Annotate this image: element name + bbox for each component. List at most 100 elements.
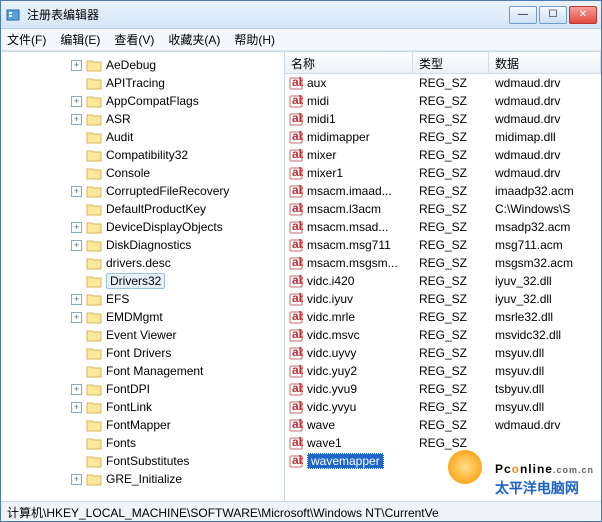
- menu-help[interactable]: 帮助(H): [234, 31, 275, 48]
- col-data[interactable]: 数据: [489, 52, 601, 73]
- tree-node[interactable]: + DeviceDisplayObjects: [1, 218, 284, 236]
- folder-icon: [86, 383, 102, 396]
- value-row[interactable]: abvidc.uyvyREG_SZmsyuv.dll: [285, 344, 601, 362]
- value-data: midimap.dll: [489, 130, 601, 144]
- expand-icon[interactable]: +: [71, 186, 82, 197]
- tree-node[interactable]: FontMapper: [1, 416, 284, 434]
- tree-node[interactable]: Font Management: [1, 362, 284, 380]
- tree-node-label: EMDMgmt: [106, 310, 163, 324]
- titlebar[interactable]: 注册表编辑器 — ☐ ✕: [1, 1, 601, 29]
- key-tree[interactable]: +AeDebug APITracing + AppCompatFlags +ASRAud…: [1, 52, 285, 501]
- expand-icon[interactable]: +: [71, 384, 82, 395]
- tree-node-label: CorruptedFileRecovery: [106, 184, 229, 198]
- value-data: wdmaud.drv: [489, 76, 601, 90]
- expand-icon[interactable]: +: [71, 294, 82, 305]
- tree-node[interactable]: + DiskDiagnostics: [1, 236, 284, 254]
- menu-file[interactable]: 文件(F): [7, 31, 46, 48]
- tree-node[interactable]: +GRE_Initialize: [1, 470, 284, 488]
- svg-text:ab: ab: [292, 220, 303, 233]
- value-data: wdmaud.drv: [489, 112, 601, 126]
- tree-node-label: Font Drivers: [106, 346, 171, 360]
- tree-node[interactable]: Fonts: [1, 434, 284, 452]
- value-row[interactable]: abvidc.yuy2REG_SZmsyuv.dll: [285, 362, 601, 380]
- watermark-sun-icon: [448, 450, 482, 484]
- value-list[interactable]: abauxREG_SZwdmaud.drvabmidiREG_SZwdmaud.…: [285, 74, 601, 501]
- tree-node[interactable]: +FontLink: [1, 398, 284, 416]
- tree-node[interactable]: +FontDPI: [1, 380, 284, 398]
- value-name: aux: [307, 76, 326, 90]
- expand-icon[interactable]: +: [71, 96, 82, 107]
- tree-node[interactable]: APITracing: [1, 74, 284, 92]
- tree-node[interactable]: drivers.desc: [1, 254, 284, 272]
- expand-icon[interactable]: +: [71, 240, 82, 251]
- value-row[interactable]: abmidi1REG_SZwdmaud.drv: [285, 110, 601, 128]
- minimize-button[interactable]: —: [509, 6, 537, 24]
- value-name: wavemapper: [307, 453, 384, 469]
- tree-node[interactable]: DefaultProductKey: [1, 200, 284, 218]
- expand-icon[interactable]: +: [71, 222, 82, 233]
- menu-favorites[interactable]: 收藏夹(A): [168, 31, 220, 48]
- value-row[interactable]: abvidc.i420REG_SZiyuv_32.dll: [285, 272, 601, 290]
- value-row[interactable]: abmsacm.l3acmREG_SZC:\Windows\S: [285, 200, 601, 218]
- tree-node[interactable]: Console: [1, 164, 284, 182]
- menu-view[interactable]: 查看(V): [114, 31, 154, 48]
- tree-node[interactable]: + CorruptedFileRecovery: [1, 182, 284, 200]
- value-row[interactable]: abwavemapper: [285, 452, 601, 470]
- value-row[interactable]: abvidc.mrleREG_SZmsrle32.dll: [285, 308, 601, 326]
- svg-text:ab: ab: [292, 346, 303, 359]
- menu-edit[interactable]: 编辑(E): [60, 31, 100, 48]
- value-data: msrle32.dll: [489, 310, 601, 324]
- svg-text:ab: ab: [292, 310, 303, 323]
- value-row[interactable]: abmsacm.imaad...REG_SZimaadp32.acm: [285, 182, 601, 200]
- value-row[interactable]: abwaveREG_SZwdmaud.drv: [285, 416, 601, 434]
- tree-node[interactable]: Event Viewer: [1, 326, 284, 344]
- folder-icon: [86, 419, 102, 432]
- value-row[interactable]: abmsacm.msad...REG_SZmsadp32.acm: [285, 218, 601, 236]
- tree-node[interactable]: + EMDMgmt: [1, 308, 284, 326]
- value-row[interactable]: abmsacm.msg711REG_SZmsg711.acm: [285, 236, 601, 254]
- folder-icon: [86, 95, 102, 108]
- value-name: vidc.uyvy: [307, 346, 356, 360]
- string-value-icon: ab: [289, 400, 303, 414]
- tree-node[interactable]: Font Drivers: [1, 344, 284, 362]
- folder-icon: [86, 185, 102, 198]
- value-row[interactable]: abvidc.yvyuREG_SZmsyuv.dll: [285, 398, 601, 416]
- folder-icon: [86, 113, 102, 126]
- tree-node-label: DiskDiagnostics: [106, 238, 191, 252]
- tree-node[interactable]: Drivers32: [1, 272, 284, 290]
- tree-node[interactable]: +AeDebug: [1, 56, 284, 74]
- value-name: mixer: [307, 148, 336, 162]
- value-name: vidc.msvc: [307, 328, 360, 342]
- col-type[interactable]: 类型: [413, 52, 489, 73]
- tree-node[interactable]: Audit: [1, 128, 284, 146]
- tree-node[interactable]: Compatibility32: [1, 146, 284, 164]
- expand-icon[interactable]: +: [71, 60, 82, 71]
- expand-icon[interactable]: +: [71, 474, 82, 485]
- close-button[interactable]: ✕: [569, 6, 597, 24]
- expand-icon[interactable]: +: [71, 114, 82, 125]
- tree-node[interactable]: + AppCompatFlags: [1, 92, 284, 110]
- tree-node[interactable]: FontSubstitutes: [1, 452, 284, 470]
- value-row[interactable]: abmidimapperREG_SZmidimap.dll: [285, 128, 601, 146]
- tree-node-label: AppCompatFlags: [106, 94, 199, 108]
- expand-icon[interactable]: +: [71, 312, 82, 323]
- value-row[interactable]: abwave1REG_SZ: [285, 434, 601, 452]
- value-row[interactable]: abmsacm.msgsm...REG_SZmsgsm32.acm: [285, 254, 601, 272]
- value-row[interactable]: abmixerREG_SZwdmaud.drv: [285, 146, 601, 164]
- svg-text:ab: ab: [292, 238, 303, 251]
- tree-node-label: DeviceDisplayObjects: [106, 220, 223, 234]
- tree-node-label: Font Management: [106, 364, 203, 378]
- tree-node[interactable]: +ASR: [1, 110, 284, 128]
- value-row[interactable]: abvidc.yvu9REG_SZtsbyuv.dll: [285, 380, 601, 398]
- value-row[interactable]: abmidiREG_SZwdmaud.drv: [285, 92, 601, 110]
- expand-icon[interactable]: +: [71, 402, 82, 413]
- value-row[interactable]: abvidc.msvcREG_SZmsvidc32.dll: [285, 326, 601, 344]
- value-row[interactable]: abvidc.iyuvREG_SZiyuv_32.dll: [285, 290, 601, 308]
- tree-node-label: APITracing: [106, 76, 165, 90]
- folder-icon: [86, 329, 102, 342]
- value-row[interactable]: abmixer1REG_SZwdmaud.drv: [285, 164, 601, 182]
- tree-node[interactable]: +EFS: [1, 290, 284, 308]
- value-row[interactable]: abauxREG_SZwdmaud.drv: [285, 74, 601, 92]
- maximize-button[interactable]: ☐: [539, 6, 567, 24]
- col-name[interactable]: 名称: [285, 52, 413, 73]
